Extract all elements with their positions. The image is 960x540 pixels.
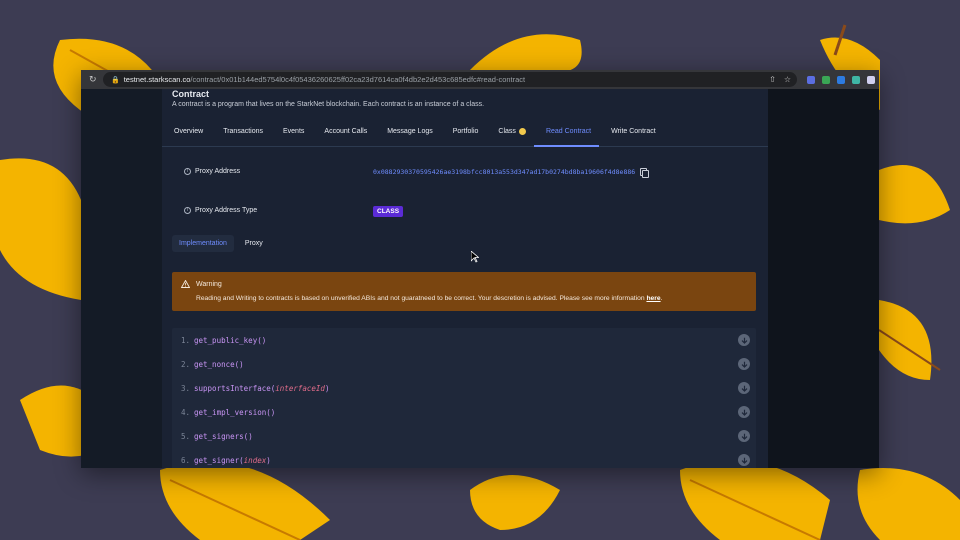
expand-arrow-icon[interactable] <box>738 358 750 370</box>
function-number: 1. <box>180 335 190 345</box>
tab-transactions[interactable]: Transactions <box>211 122 271 147</box>
tab-account-calls[interactable]: Account Calls <box>312 122 375 147</box>
proxy-address-row: i Proxy Address <box>184 168 240 175</box>
tab-write-contract[interactable]: Write Contract <box>599 122 664 147</box>
tab-read-contract[interactable]: Read Contract <box>533 122 600 147</box>
proxy-type-row: i Proxy Address Type <box>184 207 257 214</box>
read-functions-list: 1. get_public_key() 2. get_nonce() 3. su… <box>172 328 756 468</box>
warning-title: Warning <box>196 281 222 288</box>
function-paren: ) <box>239 359 244 369</box>
function-name: get_impl_version <box>194 407 267 417</box>
proxy-subtabs: Implementation Proxy <box>172 235 270 252</box>
function-paren: ) <box>324 383 330 393</box>
function-name: get_signer <box>194 455 240 465</box>
tab-events[interactable]: Events <box>271 122 312 147</box>
function-name: supportsInterface <box>194 383 271 393</box>
function-name: get_nonce <box>194 359 235 369</box>
tab-label: Overview <box>174 128 204 135</box>
expand-arrow-icon[interactable] <box>738 430 750 442</box>
proxy-address-link[interactable]: 0x0882930370595426ae3198bfcc8013a553d347… <box>373 168 635 176</box>
warning-dot-icon <box>518 128 526 135</box>
tab-class[interactable]: Class <box>486 122 534 147</box>
tab-label: Account Calls <box>324 128 368 135</box>
tab-label: Transactions <box>223 128 263 135</box>
proxy-type-badge: CLASS <box>373 206 404 217</box>
function-number: 6. <box>180 455 190 465</box>
subtab-implementation[interactable]: Implementation <box>172 235 234 252</box>
proxy-type-label: Proxy Address Type <box>195 207 258 214</box>
page-description: A contract is a program that lives on th… <box>172 101 485 108</box>
warning-triangle-icon <box>181 280 190 288</box>
function-number: 3. <box>180 383 190 393</box>
tab-label: Events <box>283 128 305 135</box>
function-paren: ) <box>270 407 276 417</box>
function-name: get_signers <box>194 431 244 441</box>
reload-icon[interactable]: ↻ <box>89 75 98 84</box>
extension-icon[interactable] <box>867 75 875 84</box>
function-row[interactable]: 1. get_public_key() <box>172 328 756 352</box>
function-row[interactable]: 4. get_impl_version() <box>172 400 756 424</box>
warning-here-link[interactable]: here <box>646 295 660 302</box>
tab-label: Portfolio <box>452 128 479 135</box>
share-icon[interactable]: ⇧ <box>769 75 776 84</box>
page-viewport: Contract A contract is a program that li… <box>81 89 879 468</box>
function-name: get_public_key <box>194 335 258 345</box>
function-paren: ) <box>261 335 267 345</box>
subtab-proxy[interactable]: Proxy <box>238 235 270 252</box>
tab-label: Read Contract <box>545 128 592 135</box>
browser-window: ↻ 🔒 testnet.starkscan.co/contract/0x01b1… <box>81 70 879 468</box>
extension-icon[interactable] <box>852 75 860 84</box>
tab-message-logs[interactable]: Message Logs <box>375 122 441 147</box>
expand-arrow-icon[interactable] <box>738 382 750 394</box>
function-paren: ) <box>266 455 271 465</box>
function-arg: index <box>243 455 267 465</box>
extension-icon[interactable] <box>837 75 845 84</box>
right-gutter <box>768 89 879 468</box>
tab-label: Write Contract <box>611 128 656 135</box>
warning-banner: Warning Reading and Writing to contracts… <box>172 272 756 311</box>
contract-tabs: Overview Transactions Events Account Cal… <box>162 122 768 147</box>
expand-arrow-icon[interactable] <box>738 406 750 418</box>
warning-text: Reading and Writing to contracts is base… <box>196 295 647 302</box>
tab-label: Message Logs <box>387 128 433 135</box>
tab-portfolio[interactable]: Portfolio <box>441 122 487 147</box>
tab-overview[interactable]: Overview <box>162 122 211 147</box>
warning-message: Reading and Writing to contracts is base… <box>196 295 662 302</box>
url-host: testnet.starkscan.co <box>123 75 191 84</box>
proxy-address-value: 0x0882930370595426ae3198bfcc8013a553d347… <box>373 168 650 178</box>
browser-toolbar: ↻ 🔒 testnet.starkscan.co/contract/0x01b1… <box>81 70 879 89</box>
function-number: 5. <box>180 431 190 441</box>
mouse-cursor-icon <box>471 251 479 263</box>
lock-icon: 🔒 <box>111 76 120 84</box>
function-row[interactable]: 6. get_signer(index) <box>172 448 756 468</box>
warning-end: . <box>660 295 663 302</box>
function-paren: ) <box>248 431 253 441</box>
main-content: Contract A contract is a program that li… <box>162 89 768 468</box>
copy-icon[interactable] <box>640 168 650 178</box>
function-row[interactable]: 2. get_nonce() <box>172 352 756 376</box>
info-icon[interactable]: i <box>184 207 191 214</box>
function-number: 2. <box>180 359 190 369</box>
page-title: Contract <box>172 89 210 99</box>
function-arg: interfaceId <box>275 383 325 393</box>
expand-arrow-icon[interactable] <box>738 454 750 466</box>
tab-label: Class <box>498 128 516 135</box>
extension-icon[interactable] <box>807 75 815 84</box>
expand-arrow-icon[interactable] <box>738 334 750 346</box>
function-row[interactable]: 3. supportsInterface(interfaceId) <box>172 376 756 400</box>
function-row[interactable]: 5. get_signers() <box>172 424 756 448</box>
address-bar[interactable]: 🔒 testnet.starkscan.co/contract/0x01b144… <box>103 72 797 87</box>
extensions-row: ⋮ <box>807 74 879 85</box>
info-icon[interactable]: i <box>184 168 191 175</box>
function-number: 4. <box>180 407 190 417</box>
bookmark-star-icon[interactable]: ☆ <box>784 75 791 84</box>
extension-icon[interactable] <box>822 75 830 84</box>
proxy-address-label: Proxy Address <box>195 168 241 175</box>
url-path: /contract/0x01b144ed5754l0c4f05436260625… <box>190 75 526 84</box>
